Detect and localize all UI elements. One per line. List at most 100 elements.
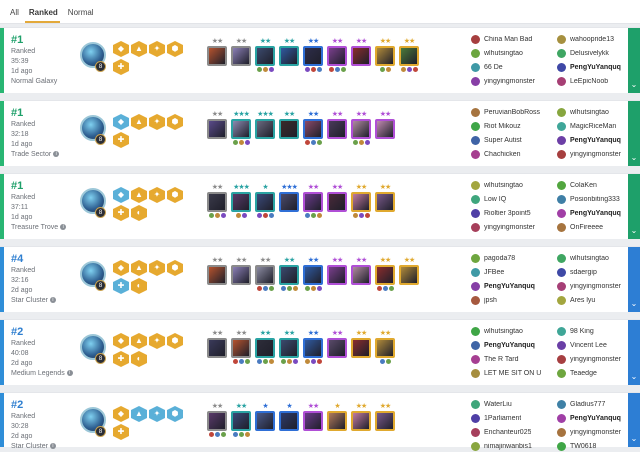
player-entry[interactable]: ColaKen (557, 180, 631, 191)
champion-unit[interactable]: ★★ (303, 183, 323, 218)
trait-hex-icon[interactable]: ⬢ (167, 187, 183, 203)
champion-unit[interactable]: ★★ (231, 329, 251, 364)
trait-hex-icon[interactable]: ⬢ (167, 333, 183, 349)
player-name[interactable]: Rioltier 3point5 (484, 210, 531, 217)
trait-hex-icon[interactable]: ✚ (113, 205, 129, 221)
champion-unit[interactable]: ★★ (207, 329, 227, 363)
player-entry[interactable]: sdaergip (557, 267, 631, 278)
champion-unit[interactable]: ★★ (207, 37, 227, 71)
player-name[interactable]: Ares lyu (570, 297, 595, 304)
trait-hex-icon[interactable]: ✦ (149, 187, 165, 203)
player-name[interactable]: Teaedge (570, 370, 597, 377)
match-row[interactable]: #2 Ranked 40:08 2d ago Medium Legends i 8 ◆ ▲ ✦ ⬢ ✚… (0, 319, 640, 385)
champion-unit[interactable]: ★★ (375, 37, 395, 72)
player-entry[interactable]: wlhutsingtao (557, 253, 631, 264)
trait-hex-icon[interactable]: ▲ (131, 187, 147, 203)
player-entry[interactable]: The R Tard (471, 354, 557, 365)
player-name[interactable]: PengYuYanquq (484, 283, 535, 290)
trait-hex-icon[interactable]: ✚ (113, 278, 129, 294)
player-name[interactable]: wahoopride13 (570, 36, 614, 43)
player-name[interactable]: LET ME SIT ON U (484, 370, 541, 377)
champion-unit[interactable]: ★ (279, 402, 299, 436)
expand-toggle[interactable]: ⌄ (628, 247, 640, 312)
player-entry[interactable]: China Man Bad (471, 34, 557, 45)
trait-hex-icon[interactable]: ✚ (113, 59, 129, 75)
player-name[interactable]: Super Autist (484, 137, 522, 144)
champion-unit[interactable]: ★★ (231, 37, 251, 71)
champion-unit[interactable]: ★★ (303, 256, 323, 291)
trait-hex-icon[interactable]: ◆ (113, 114, 129, 130)
trait-hex-icon[interactable]: ◆ (113, 260, 129, 276)
trait-hex-icon[interactable]: ✚ (113, 351, 129, 367)
champion-unit[interactable]: ★ (255, 402, 275, 436)
trait-hex-icon[interactable]: ◐ (131, 278, 147, 294)
player-entry[interactable]: nimajinwanbis1 (471, 441, 557, 452)
player-name[interactable]: Posionbiting333 (570, 196, 620, 203)
trait-hex-icon[interactable]: ◆ (113, 406, 129, 422)
champion-unit[interactable]: ★★ (351, 37, 371, 71)
expand-toggle[interactable]: ⌄ (628, 393, 640, 447)
champion-unit[interactable]: ★★ (303, 37, 323, 72)
player-name[interactable]: PengYuYanquq (570, 64, 621, 71)
player-entry[interactable]: PengYuYanquq (471, 340, 557, 351)
info-icon[interactable]: i (60, 224, 67, 231)
champion-unit[interactable]: ★★ (231, 256, 251, 290)
player-name[interactable]: yingyingmonster (570, 429, 621, 436)
champion-unit[interactable]: ★★ (327, 37, 347, 72)
trait-hex-icon[interactable]: ⬢ (167, 260, 183, 276)
champion-unit[interactable]: ★★★ (255, 110, 275, 144)
player-name[interactable]: JFBee (484, 269, 504, 276)
player-name[interactable]: Vincent Lee (570, 342, 607, 349)
info-icon[interactable]: i (66, 370, 73, 377)
champion-unit[interactable]: ★★ (327, 329, 347, 363)
champion-unit[interactable]: ★★ (351, 110, 371, 145)
trait-hex-icon[interactable]: ▲ (131, 260, 147, 276)
champion-unit[interactable]: ★★ (255, 256, 275, 291)
player-entry[interactable]: Delusivelykk (557, 48, 631, 59)
player-name[interactable]: Riot Mikouz (484, 123, 521, 130)
expand-toggle[interactable]: ⌄ (628, 174, 640, 239)
player-name[interactable]: Gladius777 (570, 401, 605, 408)
player-entry[interactable]: yingyingmonster (557, 149, 631, 160)
player-name[interactable]: PengYuYanquq (484, 342, 535, 349)
player-entry[interactable]: yingyingmonster (557, 427, 631, 438)
trait-hex-icon[interactable]: ✦ (149, 41, 165, 57)
champion-unit[interactable]: ★★ (303, 110, 323, 145)
trait-hex-icon[interactable]: ⬢ (167, 41, 183, 57)
player-name[interactable]: yingyingmonster (570, 283, 621, 290)
info-icon[interactable]: i (53, 151, 60, 158)
trait-hex-icon[interactable]: ▲ (131, 41, 147, 57)
player-entry[interactable]: yingyingmonster (557, 281, 631, 292)
player-entry[interactable]: 1Parliament (471, 413, 557, 424)
player-entry[interactable]: PengYuYanquq (557, 413, 631, 424)
trait-hex-icon[interactable]: ▲ (131, 114, 147, 130)
champion-unit[interactable]: ★★ (375, 329, 395, 364)
player-name[interactable]: wlhutsingtao (570, 109, 609, 116)
champion-unit[interactable]: ★★ (375, 256, 395, 291)
player-name[interactable]: 66 De (484, 64, 503, 71)
tab-normal[interactable]: Normal (64, 8, 100, 23)
tab-all[interactable]: All (6, 8, 25, 23)
trait-hex-icon[interactable]: ◆ (113, 187, 129, 203)
player-entry[interactable]: Posionbiting333 (557, 194, 631, 205)
player-entry[interactable]: PengYuYanquq (557, 62, 631, 73)
player-entry[interactable]: LeEpicNoob (557, 76, 631, 87)
player-name[interactable]: wlhutsingtao (484, 50, 523, 57)
match-row[interactable]: #2 Ranked 30:28 2d ago Star Cluster i 8 ◆ ▲ ✦ ⬢ ✚ ★★… (0, 392, 640, 451)
player-entry[interactable]: PeruvianBobRoss (471, 107, 557, 118)
trait-hex-icon[interactable]: ◐ (131, 351, 147, 367)
trait-hex-icon[interactable]: ✦ (149, 114, 165, 130)
champion-unit[interactable]: ★★ (399, 37, 419, 72)
champion-unit[interactable]: ★★★ (231, 110, 251, 145)
player-name[interactable]: TW0618 (570, 443, 596, 450)
info-icon[interactable]: i (49, 297, 56, 304)
champion-unit[interactable]: ★★ (375, 110, 395, 144)
player-entry[interactable]: yingyingmonster (471, 76, 557, 87)
player-entry[interactable]: MagicRiceMan (557, 121, 631, 132)
champion-unit[interactable]: ★★ (255, 37, 275, 72)
player-entry[interactable]: LET ME SIT ON U (471, 368, 557, 379)
player-name[interactable]: yingyingmonster (484, 78, 535, 85)
champion-unit[interactable]: ★ (327, 402, 347, 436)
player-name[interactable]: 1Parliament (484, 415, 521, 422)
player-name[interactable]: PengYuYanquq (570, 415, 621, 422)
